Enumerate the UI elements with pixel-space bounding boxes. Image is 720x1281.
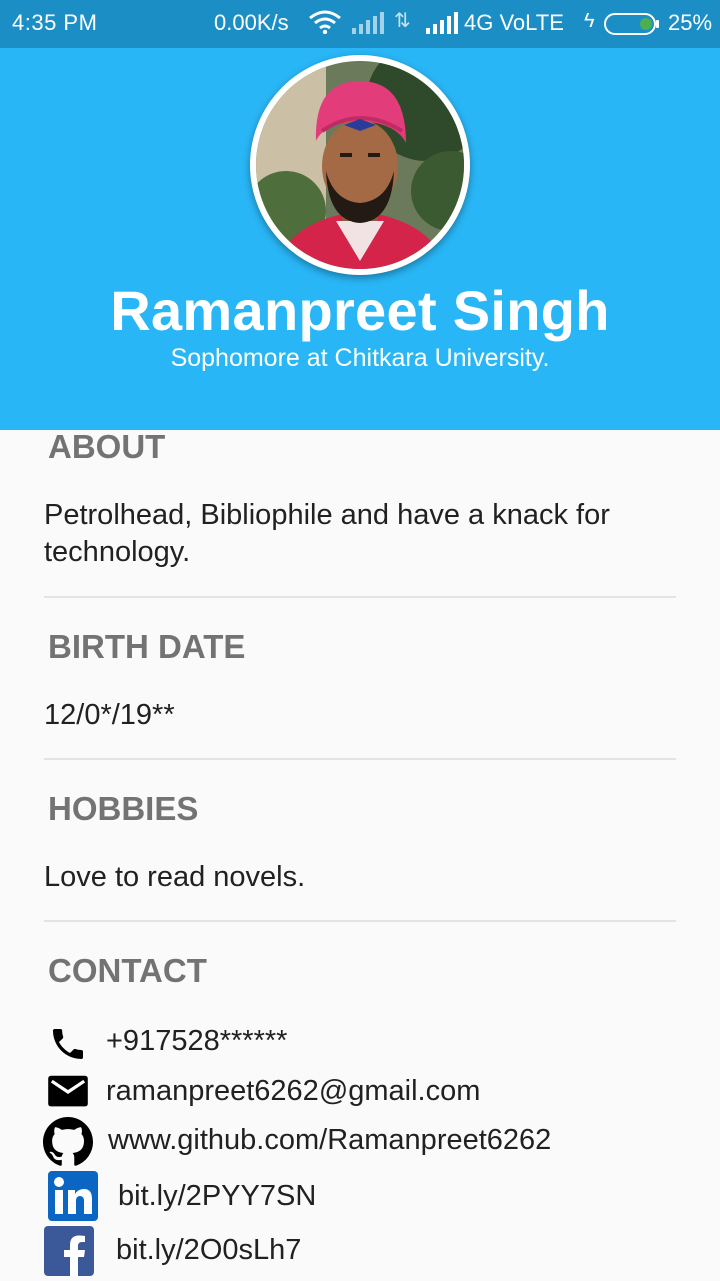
profile-name: Ramanpreet Singh bbox=[110, 279, 610, 342]
signal-strength-icon bbox=[352, 12, 384, 40]
network-type: 4G VoLTE bbox=[464, 10, 564, 35]
profile-header: Ramanpreet Singh Sophomore at Chitkara U… bbox=[0, 48, 720, 430]
contact-linkedin[interactable]: bit.ly/2PYY7SN bbox=[118, 1180, 316, 1213]
divider bbox=[44, 758, 676, 760]
about-text: Petrolhead, Bibliophile and have a knack… bbox=[44, 499, 610, 568]
signal-strength-icon bbox=[426, 12, 458, 40]
facebook-icon[interactable] bbox=[44, 1226, 94, 1281]
divider bbox=[44, 920, 676, 922]
contact-phone[interactable]: +917528****** bbox=[106, 1025, 287, 1058]
avatar[interactable] bbox=[250, 55, 470, 275]
contact-github[interactable]: www.github.com/Ramanpreet6262 bbox=[108, 1124, 551, 1157]
about-heading: ABOUT bbox=[48, 428, 166, 465]
charging-icon: ϟ bbox=[584, 10, 595, 32]
status-bar: 4:35 PM 0.00K/s ⇅ 4G VoLTE ϟ 25% bbox=[0, 0, 720, 48]
wifi-icon bbox=[308, 10, 342, 40]
avatar-photo bbox=[256, 61, 464, 269]
contact-heading: CONTACT bbox=[48, 952, 207, 989]
battery-icon bbox=[604, 13, 660, 41]
phone-icon[interactable] bbox=[48, 1024, 88, 1069]
linkedin-icon[interactable] bbox=[48, 1171, 98, 1226]
divider bbox=[44, 596, 676, 598]
hobbies-heading: HOBBIES bbox=[48, 790, 199, 827]
battery-percent: 25% bbox=[668, 10, 713, 35]
status-time: 4:35 PM bbox=[12, 10, 98, 35]
status-network-speed: 0.00K/s bbox=[214, 10, 289, 35]
birth-date-text: 12/0*/19** bbox=[44, 699, 175, 731]
contact-facebook[interactable]: bit.ly/2O0sLh7 bbox=[116, 1234, 301, 1267]
mail-icon[interactable] bbox=[46, 1074, 90, 1115]
birth-date-heading: BIRTH DATE bbox=[48, 628, 246, 665]
hobbies-text: Love to read novels. bbox=[44, 861, 306, 893]
contact-email[interactable]: ramanpreet6262@gmail.com bbox=[106, 1075, 480, 1108]
profile-subtitle: Sophomore at Chitkara University. bbox=[170, 344, 550, 372]
github-icon[interactable] bbox=[43, 1117, 93, 1172]
data-transfer-icon: ⇅ bbox=[394, 10, 411, 32]
